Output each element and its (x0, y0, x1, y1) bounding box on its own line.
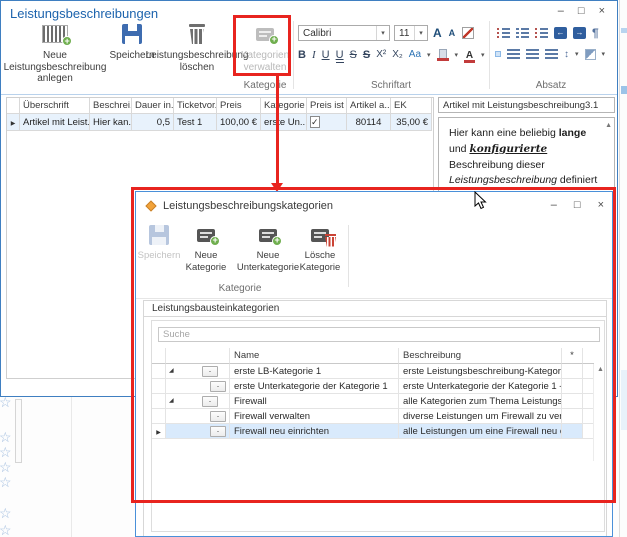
maximize-button[interactable]: □ (578, 5, 585, 17)
bold-button[interactable]: B (298, 48, 306, 62)
multilevel-list-button[interactable] (535, 28, 548, 39)
highlight-color-button[interactable] (437, 49, 449, 61)
cell-beschreibung[interactable]: Hier kan... (90, 114, 132, 131)
font-color-button[interactable]: A (464, 50, 475, 61)
underline-button[interactable]: U (322, 48, 330, 62)
column-header-ueberschrift[interactable]: Überschrift (20, 98, 90, 114)
background-divider (71, 397, 72, 537)
align-center-button[interactable] (507, 49, 520, 59)
column-header-artikel[interactable]: Artikel a... (347, 98, 391, 114)
strikethrough-button[interactable]: S (350, 48, 357, 62)
annotation-box-kategorien-button (233, 15, 291, 76)
star-icon[interactable]: ☆ (0, 474, 12, 491)
detail-title-input[interactable] (438, 97, 615, 113)
column-header-beschreibung[interactable]: Beschrei... (90, 98, 132, 114)
ribbon-separator (293, 21, 294, 89)
cell-ticketvorlage[interactable]: Test 1 (174, 114, 217, 131)
floppy-icon (122, 24, 142, 44)
cell-ek[interactable]: 35,00 € (391, 114, 432, 131)
annotation-arrow-line (276, 75, 279, 184)
cell-ueberschrift[interactable]: Artikel mit Leist... (20, 114, 90, 131)
grid-header-row: Überschrift Beschrei... Dauer in... Tick… (7, 98, 433, 114)
change-case-button[interactable]: Aa (409, 48, 421, 62)
cell-dauer[interactable]: 0,5 (132, 114, 174, 131)
button-label: Neue Leistungsbeschreibung anlegen (3, 50, 107, 85)
subscript-button[interactable]: X₂ (392, 48, 403, 62)
description-text: Hier kann eine beliebig (449, 127, 559, 139)
paragraph-marks-button[interactable]: ¶ (592, 26, 599, 40)
minimize-button[interactable]: – (558, 5, 564, 17)
checkbox-checked-icon[interactable]: ✓ (310, 116, 320, 128)
scroll-up-icon[interactable]: ▲ (605, 121, 612, 132)
font-family-select[interactable]: Calibri ▾ (298, 25, 390, 41)
column-header-ticketvorlage[interactable]: Ticketvor... (174, 98, 217, 114)
description-text: und (449, 143, 469, 155)
double-underline-button[interactable]: U (336, 48, 344, 63)
row-marker-icon: ▶ (11, 121, 16, 127)
italic-button[interactable]: I (312, 48, 316, 62)
background-fragment (621, 370, 627, 430)
background-scrollbar (15, 399, 22, 463)
ribbon-separator (489, 21, 490, 89)
chevron-down-icon: ▾ (602, 50, 606, 58)
window-title: Leistungsbeschreibungen (10, 6, 158, 21)
group-label-schriftart: Schriftart (295, 80, 487, 91)
shrink-font-button[interactable]: A (449, 28, 456, 38)
column-header-dauer[interactable]: Dauer in... (132, 98, 174, 114)
grow-font-button[interactable]: A (433, 26, 442, 40)
chevron-down-icon: ▾ (481, 51, 485, 59)
mouse-cursor (474, 191, 487, 210)
group-label-absatz: Absatz (491, 80, 611, 91)
increase-indent-button[interactable]: → (573, 27, 586, 39)
ribbon-border (1, 94, 617, 95)
trash-icon (189, 24, 205, 44)
decrease-indent-button[interactable]: ← (554, 27, 567, 39)
chevron-down-icon: ▾ (455, 51, 459, 59)
cell-preis-ist-checkbox[interactable]: ✓ (307, 114, 347, 131)
background-fragment (621, 86, 627, 94)
bullet-list-button[interactable] (497, 28, 510, 39)
new-leistungsbeschreibung-button[interactable]: Neue Leistungsbeschreibung anlegen (3, 21, 107, 85)
chevron-down-icon: ▾ (427, 51, 431, 59)
shading-button[interactable] (585, 49, 596, 60)
delete-leistungsbeschreibung-button[interactable]: Leistungsbeschreibung löschen (158, 21, 236, 73)
barcode-icon (42, 25, 68, 43)
cell-kategorie[interactable]: erste Un... (261, 114, 307, 131)
background-window-sliver (619, 0, 627, 537)
align-right-button[interactable] (526, 49, 539, 59)
line-spacing-button[interactable]: ↕ (564, 49, 569, 60)
numbered-list-button[interactable] (516, 28, 529, 39)
description-text-italic: Leistungsbeschreibung (449, 174, 557, 186)
clear-formatting-button[interactable] (462, 27, 474, 39)
chevron-down-icon: ▾ (575, 50, 579, 58)
row-selector[interactable]: ▶ (7, 114, 20, 131)
double-strikethrough-button[interactable]: S (363, 48, 370, 62)
align-left-button[interactable] (495, 51, 501, 57)
grid-row[interactable]: ▶ Artikel mit Leist... Hier kan... 0,5 T… (7, 114, 433, 131)
star-icon[interactable]: ☆ (0, 522, 12, 537)
font-size-select[interactable]: 11 ▾ (394, 25, 428, 41)
description-text-styled: konfigurierte (469, 143, 547, 155)
chevron-down-icon: ▾ (414, 26, 427, 40)
description-text-bold: lange (559, 127, 586, 139)
font-family-value: Calibri (299, 28, 376, 39)
close-button[interactable]: × (599, 5, 605, 17)
justify-button[interactable] (545, 49, 558, 59)
cell-preis[interactable]: 100,00 € (217, 114, 261, 131)
group-label-kategorie: Kategorie (237, 80, 293, 91)
column-header-ek[interactable]: EK (391, 98, 432, 114)
chevron-down-icon: ▾ (376, 26, 389, 40)
column-header-preis-ist[interactable]: Preis ist i... (307, 98, 347, 114)
annotation-box-dialog (131, 187, 616, 503)
font-size-value: 11 (395, 28, 414, 39)
background-fragment (621, 28, 627, 33)
row-header-column (7, 98, 20, 114)
superscript-button[interactable]: X² (376, 48, 386, 62)
column-header-preis[interactable]: Preis (217, 98, 261, 114)
star-icon[interactable]: ☆ (0, 505, 12, 522)
cell-artikel[interactable]: 80114 (347, 114, 391, 131)
description-text: Beschreibung dieser (449, 159, 545, 171)
plus-badge-icon (62, 36, 72, 46)
column-header-kategorie[interactable]: Kategorie (261, 98, 307, 114)
